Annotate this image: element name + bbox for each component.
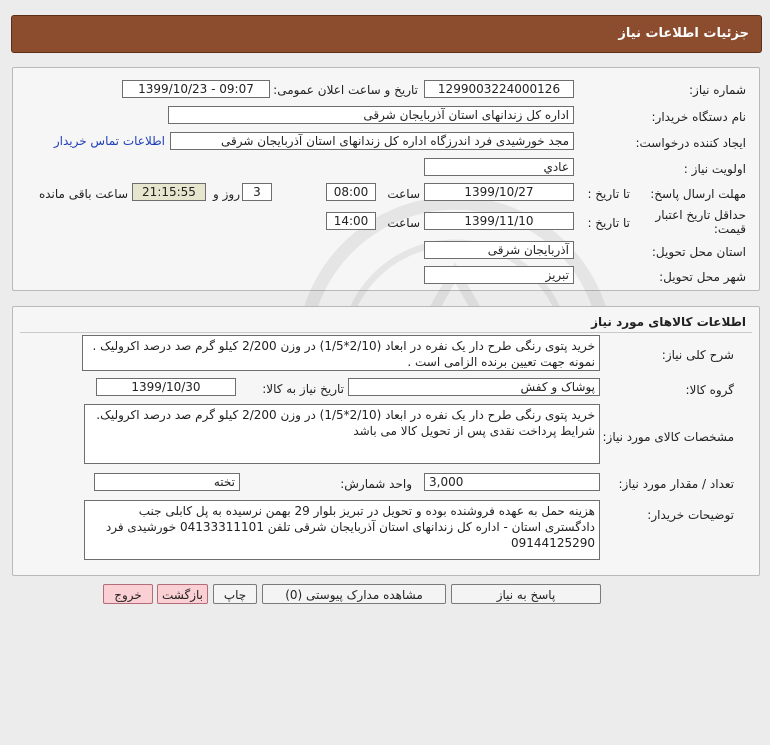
need-date-field: 1399/10/30	[96, 378, 236, 396]
days-remaining-field: 3	[242, 183, 272, 201]
spec-label: مشخصات کالای مورد نیاز:	[602, 430, 734, 444]
price-validity-label-text: حداقل تاریخ اعتبار قیمت:	[655, 208, 746, 236]
page-header: جزئیات اطلاعات نیاز	[11, 15, 762, 53]
goods-section-divider	[20, 332, 752, 333]
quantity-field: 3,000	[424, 473, 600, 491]
spec-field: خرید پتوی رنگی طرح دار یک نفره در ابعاد …	[84, 404, 600, 464]
page-title: جزئیات اطلاعات نیاز	[618, 26, 749, 41]
announce-field: 1399/10/23 - 09:07	[122, 80, 270, 98]
days-label: روز و	[213, 187, 240, 201]
city-field: تبریز	[424, 266, 574, 284]
buyer-notes-field: هزینه حمل به عهده فروشنده بوده و تحویل د…	[84, 500, 600, 560]
creator-label: ایجاد کننده درخواست:	[635, 136, 746, 150]
buyer-org-label: نام دستگاه خریدار:	[651, 110, 747, 124]
print-button[interactable]: چاپ	[213, 584, 257, 604]
exit-button[interactable]: خروج	[103, 584, 153, 604]
city-label: شهر محل تحویل:	[659, 270, 746, 284]
deadline-label: مهلت ارسال پاسخ:	[650, 187, 746, 201]
deadline-time-field: 08:00	[326, 183, 376, 201]
need-number-field: 1299003224000126	[424, 80, 574, 98]
back-button[interactable]: بازگشت	[157, 584, 208, 604]
need-date-label: تاریخ نیاز به کالا:	[262, 382, 344, 396]
remaining-time-field: 21:15:55	[132, 183, 206, 201]
unit-label: واحد شمارش:	[340, 477, 412, 491]
price-validity-label: حداقل تاریخ اعتبار قیمت:	[646, 208, 746, 236]
priority-field: عادي	[424, 158, 574, 176]
deadline-date-field: 1399/10/27	[424, 183, 574, 201]
announce-label: تاریخ و ساعت اعلان عمومی:	[273, 83, 418, 97]
need-number-label: شماره نیاز:	[689, 83, 746, 97]
deadline-time-label: ساعت	[387, 187, 420, 201]
need-desc-field: خرید پتوی رنگی طرح دار یک نفره در ابعاد …	[82, 335, 600, 371]
remaining-time-label: ساعت باقی مانده	[38, 187, 128, 201]
deadline-to-date-label: تا تاریخ :	[587, 187, 630, 201]
buyer-notes-label: توضیحات خریدار:	[647, 508, 734, 522]
attachments-button[interactable]: مشاهده مدارک پیوستی (0)	[262, 584, 446, 604]
quantity-label: تعداد / مقدار مورد نیاز:	[618, 477, 734, 491]
price-time-label: ساعت	[387, 216, 420, 230]
goods-group-label: گروه کالا:	[685, 383, 735, 397]
price-to-date-label: تا تاریخ :	[587, 216, 630, 230]
price-date-field: 1399/11/10	[424, 212, 574, 230]
price-time-field: 14:00	[326, 212, 376, 230]
priority-label: اولویت نیاز :	[683, 162, 746, 176]
goods-group-field: پوشاک و کفش	[348, 378, 600, 396]
unit-field: تخته	[94, 473, 240, 491]
creator-field: مجد خورشیدی فرد اندرزگاه اداره کل زندانه…	[170, 132, 574, 150]
province-field: آذربایجان شرقی	[424, 241, 574, 259]
reply-button[interactable]: پاسخ به نیاز	[451, 584, 601, 604]
buyer-org-field: اداره کل زندانهای استان آذربایجان شرقی	[168, 106, 574, 124]
goods-section-title: اطلاعات کالاهای مورد نیاز	[591, 315, 746, 329]
need-desc-label: شرح کلی نیاز:	[661, 348, 734, 362]
buyer-contact-link[interactable]: اطلاعات تماس خریدار	[40, 134, 165, 148]
province-label: استان محل تحویل:	[651, 245, 746, 259]
